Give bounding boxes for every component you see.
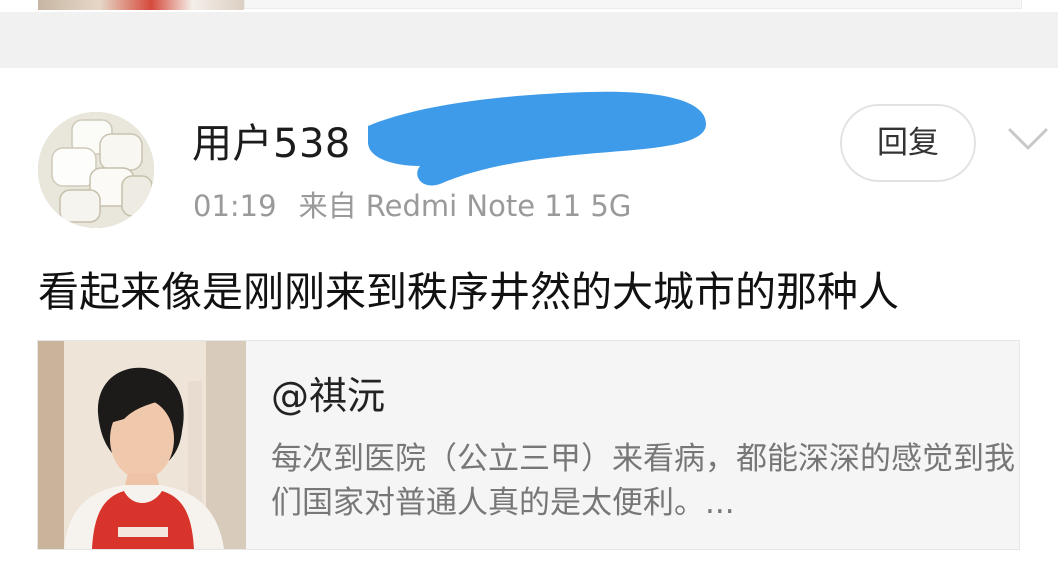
previous-post-quote-box [244, 0, 1022, 9]
comment-text: 看起来像是刚刚来到秩序井然的大城市的那种人 [38, 268, 899, 316]
quoted-post-card[interactable]: @祺沅 每次到医院（公立三甲）来看病，都能深深的感觉到我们国家对普通人真的是太便… [37, 340, 1020, 550]
reply-button[interactable]: 回复 [840, 104, 976, 182]
comment-source: 来自 Redmi Note 11 5G [298, 189, 632, 223]
previous-post-thumbnail [38, 0, 244, 10]
avatar-image [38, 112, 154, 228]
quoted-excerpt: 每次到医院（公立三甲）来看病，都能深深的感觉到我们国家对普通人真的是太便利。..… [271, 441, 1015, 521]
username[interactable]: 用户538 [192, 118, 351, 170]
quoted-post-thumbnail [38, 341, 246, 549]
chevron-down-icon[interactable] [1006, 122, 1050, 154]
previous-post-card[interactable] [0, 0, 1058, 10]
avatar[interactable] [38, 112, 154, 228]
comment-time: 01:19 [193, 189, 277, 223]
comment-meta: 01:19 来自 Redmi Note 11 5G [193, 186, 631, 226]
section-separator [0, 12, 1058, 68]
quoted-author[interactable]: @祺沅 [271, 371, 385, 421]
